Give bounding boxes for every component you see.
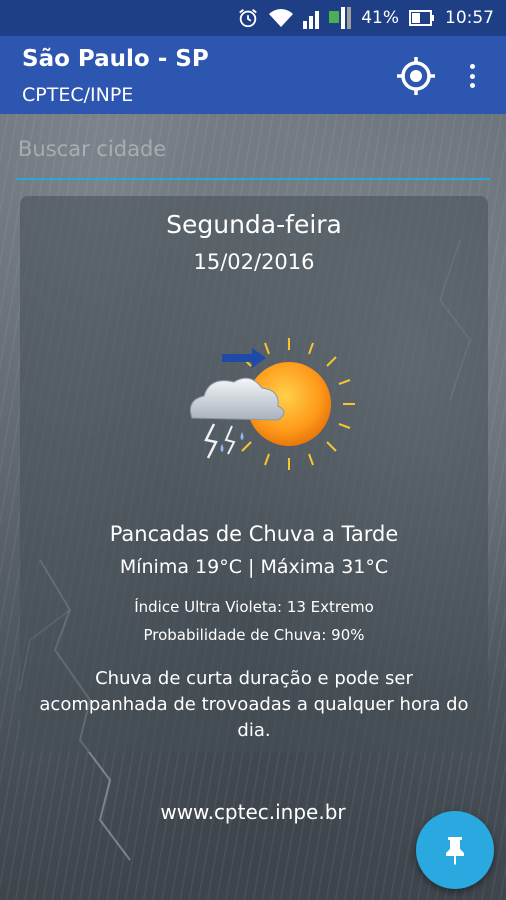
forecast-day: Segunda-feira xyxy=(166,210,342,239)
pin-icon xyxy=(446,837,464,865)
sun-cloud-thunderstorm-icon xyxy=(190,338,355,470)
battery-icon xyxy=(409,9,435,27)
source-subtitle: CPTEC/INPE xyxy=(22,84,134,106)
alarm-icon xyxy=(237,7,259,29)
forecast-date: 15/02/2016 xyxy=(193,250,315,274)
forecast-card: Segunda-feira 15/02/2016 Pancadas de Chu… xyxy=(20,196,488,752)
my-location-button[interactable] xyxy=(395,55,437,97)
forecast-description: Chuva de curta duração e pode ser acompa… xyxy=(39,668,469,741)
my-location-icon xyxy=(397,57,435,95)
search-city-input[interactable] xyxy=(16,132,490,180)
forecast-condition: Pancadas de Chuva a Tarde xyxy=(109,522,399,546)
city-title: São Paulo - SP xyxy=(22,46,209,72)
app-bar: São Paulo - SP CPTEC/INPE xyxy=(0,36,506,114)
signal-icon xyxy=(303,7,352,29)
uv-index: Índice Ultra Violeta: 13 Extremo xyxy=(134,598,374,616)
more-options-button[interactable] xyxy=(462,60,482,92)
status-bar: 41% 10:57 xyxy=(0,0,506,36)
more-vert-icon xyxy=(469,64,475,69)
pin-city-button[interactable] xyxy=(416,811,494,889)
wifi-icon xyxy=(269,8,294,28)
battery-percent: 41% xyxy=(361,8,399,28)
forecast-temperatures: Mínima 19°C | Máxima 31°C xyxy=(119,556,389,578)
clock: 10:57 xyxy=(445,8,494,28)
rain-probability: Probabilidade de Chuva: 90% xyxy=(143,626,365,644)
